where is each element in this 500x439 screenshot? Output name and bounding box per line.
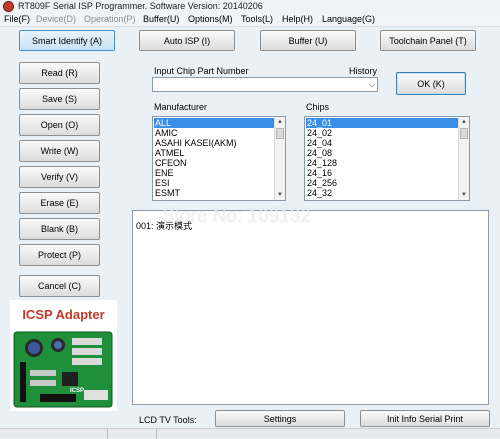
store-watermark: Store No: 109132 [162, 206, 311, 227]
icsp-adapter-image: ICSP Adapter ICSP [10, 300, 117, 411]
menu-file[interactable]: File(F) [4, 14, 30, 24]
menu-options[interactable]: Options(M) [188, 14, 233, 24]
list-item[interactable]: 24_02 [307, 128, 332, 138]
menu-tools[interactable]: Tools(L) [241, 14, 273, 24]
menu-language[interactable]: Language(G) [322, 14, 375, 24]
auto-isp-button[interactable]: Auto ISP (I) [139, 30, 235, 51]
list-item[interactable]: 24_04 [307, 138, 332, 148]
init-info-serial-print-button[interactable]: Init Info Serial Print [360, 410, 490, 427]
read-button[interactable]: Read (R) [19, 62, 100, 84]
list-item[interactable]: 24_256 [307, 178, 337, 188]
window-title: RT809F Serial ISP Programmer. Software V… [18, 1, 263, 11]
adapter-board-graphic [13, 331, 113, 408]
list-item[interactable]: AMIC [155, 128, 178, 138]
list-item[interactable]: 24_32 [307, 188, 332, 198]
log-console[interactable]: 001: 演示模式 [132, 210, 489, 405]
app-icon [3, 1, 14, 12]
open-button[interactable]: Open (O) [19, 114, 100, 136]
chips-scrollbar[interactable]: ▲ ▼ [458, 117, 469, 200]
list-item[interactable]: 24_08 [307, 148, 332, 158]
status-bar [0, 428, 500, 439]
manufacturer-scrollbar[interactable]: ▲ ▼ [274, 117, 285, 200]
chips-list[interactable]: 24_01 24_02 24_04 24_08 24_128 24_16 24_… [304, 116, 470, 201]
scroll-thumb[interactable] [460, 128, 468, 139]
history-label: History [349, 66, 378, 76]
ok-button[interactable]: OK (K) [396, 72, 466, 95]
blank-button[interactable]: Blank (B) [19, 218, 100, 240]
chip-part-input[interactable]: ⌵ [152, 77, 378, 92]
list-item[interactable]: 24_16 [307, 168, 332, 178]
list-item[interactable]: ESMT [155, 188, 180, 198]
chip-input-label: Input Chip Part Number [154, 66, 249, 76]
buffer-button[interactable]: Buffer (U) [260, 30, 356, 51]
list-item[interactable]: ESI [155, 178, 170, 188]
scroll-thumb[interactable] [276, 128, 284, 139]
chevron-down-icon[interactable]: ⌵ [369, 80, 375, 90]
list-item[interactable]: CFEON [155, 158, 187, 168]
settings-button[interactable]: Settings [215, 410, 345, 427]
scroll-up-icon[interactable]: ▲ [275, 117, 285, 127]
scroll-up-icon[interactable]: ▲ [459, 117, 469, 127]
menu-device[interactable]: Device(D) [36, 14, 76, 24]
board-label: ICSP [70, 388, 85, 394]
scroll-down-icon[interactable]: ▼ [275, 190, 285, 200]
menu-bar: File(F) Device(D) Operation(P) Buffer(U)… [0, 13, 500, 27]
adapter-title: ICSP Adapter [22, 307, 105, 322]
menu-operation[interactable]: Operation(P) [84, 14, 136, 24]
list-item[interactable]: 24_128 [307, 158, 337, 168]
list-item[interactable]: 24_01 [306, 118, 459, 128]
cancel-button[interactable]: Cancel (C) [19, 275, 100, 297]
list-item[interactable]: ATMEL [155, 148, 184, 158]
menu-buffer[interactable]: Buffer(U) [143, 14, 179, 24]
manufacturer-list[interactable]: ALL AMIC ASAHI KASEI(AKM) ATMEL CFEON EN… [152, 116, 286, 201]
protect-button[interactable]: Protect (P) [19, 244, 100, 266]
manufacturer-label: Manufacturer [154, 102, 208, 112]
write-button[interactable]: Write (W) [19, 140, 100, 162]
list-item[interactable]: ENE [155, 168, 174, 178]
toolchain-panel-button[interactable]: Toolchain Panel (T) [380, 30, 476, 51]
verify-button[interactable]: Verify (V) [19, 166, 100, 188]
lcd-tv-tools-label: LCD TV Tools: [139, 415, 197, 425]
title-bar: RT809F Serial ISP Programmer. Software V… [0, 0, 500, 13]
chips-label: Chips [306, 102, 330, 112]
menu-help[interactable]: Help(H) [282, 14, 313, 24]
erase-button[interactable]: Erase (E) [19, 192, 100, 214]
smart-identify-button[interactable]: Smart Identify (A) [19, 30, 115, 51]
list-item[interactable]: ASAHI KASEI(AKM) [155, 138, 237, 148]
list-item[interactable]: ALL [154, 118, 275, 128]
scroll-down-icon[interactable]: ▼ [459, 190, 469, 200]
save-button[interactable]: Save (S) [19, 88, 100, 110]
